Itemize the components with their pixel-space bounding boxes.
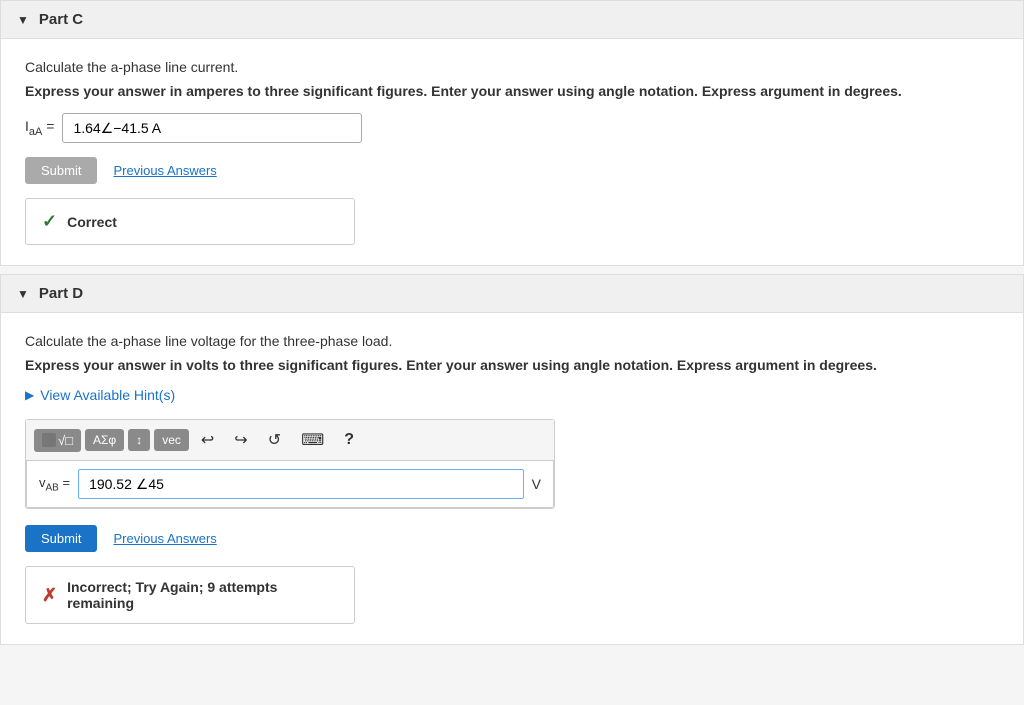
part-d-description: Calculate the a-phase line voltage for t…	[25, 333, 999, 349]
part-d-result-box: ✗ Incorrect; Try Again; 9 attempts remai…	[25, 566, 355, 624]
part-d-previous-answers-link[interactable]: Previous Answers	[113, 531, 216, 546]
part-d-input-label: vAB =	[39, 475, 70, 494]
part-c-instruction: Express your answer in amperes to three …	[25, 83, 999, 99]
part-d-body: Calculate the a-phase line voltage for t…	[1, 313, 1023, 644]
part-d-result-text: Incorrect; Try Again; 9 attempts remaini…	[67, 579, 338, 611]
part-d-submit-button[interactable]: Submit	[25, 525, 97, 552]
part-c-answer-input[interactable]	[62, 113, 362, 143]
part-d-toolbar-vec-button[interactable]: vec	[154, 429, 189, 451]
part-d-toolbar-symbols-button[interactable]: ΑΣφ	[85, 429, 124, 451]
part-d-toolbar-sqrt-button[interactable]: √□	[34, 429, 81, 452]
part-c-body: Calculate the a-phase line current. Expr…	[1, 39, 1023, 265]
part-c-header: ▼ Part C	[1, 1, 1023, 39]
part-c-collapse-arrow[interactable]: ▼	[17, 13, 29, 27]
part-d-action-row: Submit Previous Answers	[25, 525, 999, 552]
part-d-instruction: Express your answer in volts to three si…	[25, 357, 999, 373]
part-d-answer-input[interactable]	[78, 469, 524, 499]
part-d-header: ▼ Part D	[1, 275, 1023, 313]
part-d-hint-row: ▶ View Available Hint(s)	[25, 387, 999, 403]
part-d-toolbar-reset-button[interactable]: ↺	[260, 426, 289, 454]
part-c-result-text: Correct	[67, 214, 117, 230]
part-c-section: ▼ Part C Calculate the a-phase line curr…	[0, 0, 1024, 266]
part-d-math-input-area: vAB = V	[26, 461, 554, 508]
part-d-toolbar-arrows-button[interactable]: ↕	[128, 429, 150, 451]
part-c-check-icon: ✓	[42, 211, 57, 232]
part-c-description: Calculate the a-phase line current.	[25, 59, 999, 75]
part-d-math-container: √□ ΑΣφ ↕ vec ↩ ↪ ↺ ⌨ ? vAB = V	[25, 419, 555, 509]
part-d-toolbar-help-button[interactable]: ?	[336, 427, 362, 453]
part-c-submit-button[interactable]: Submit	[25, 157, 97, 184]
part-d-toolbar-redo-button[interactable]: ↪	[226, 426, 255, 454]
part-d-hint-arrow-icon: ▶	[25, 388, 34, 402]
part-d-unit-label: V	[532, 476, 541, 492]
part-d-section: ▼ Part D Calculate the a-phase line volt…	[0, 274, 1024, 645]
part-c-answer-label: IaA =	[25, 118, 54, 138]
part-d-toolbar-undo-button[interactable]: ↩	[193, 426, 222, 454]
part-d-hint-link[interactable]: View Available Hint(s)	[40, 387, 175, 403]
part-c-previous-answers-link[interactable]: Previous Answers	[113, 163, 216, 178]
part-d-label: Part D	[39, 285, 83, 302]
part-d-collapse-arrow[interactable]: ▼	[17, 287, 29, 301]
part-c-action-row: Submit Previous Answers	[25, 157, 999, 184]
part-c-answer-row: IaA =	[25, 113, 999, 143]
part-d-toolbar-keyboard-button[interactable]: ⌨	[293, 426, 332, 454]
part-c-result-box: ✓ Correct	[25, 198, 355, 245]
part-d-math-toolbar: √□ ΑΣφ ↕ vec ↩ ↪ ↺ ⌨ ?	[26, 420, 554, 461]
part-c-label: Part C	[39, 11, 83, 28]
part-d-x-icon: ✗	[42, 585, 57, 606]
